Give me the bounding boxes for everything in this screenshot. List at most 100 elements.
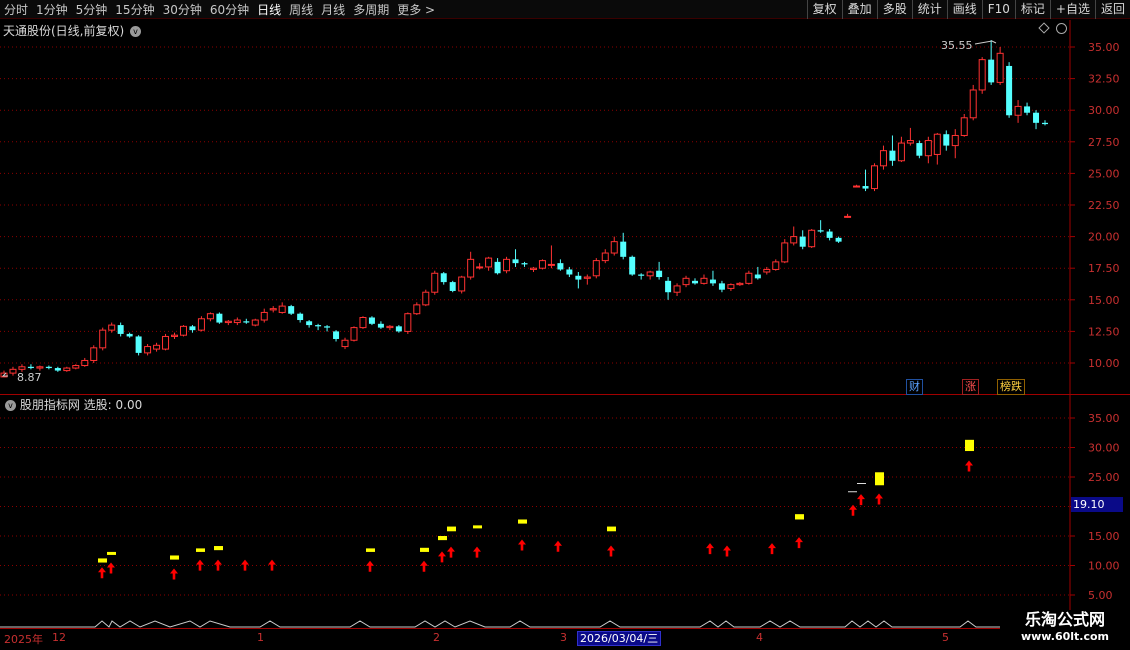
candle-body	[521, 263, 528, 265]
candle-body	[826, 231, 833, 238]
candle-body	[233, 319, 241, 324]
limit-up-badge[interactable]: 涨	[962, 379, 979, 395]
buy-arrow-icon	[107, 562, 115, 574]
chevron-down-icon[interactable]: v	[130, 26, 142, 37]
candle-body	[583, 276, 591, 279]
chevron-down-icon[interactable]: v	[5, 400, 16, 411]
candle-body	[870, 165, 878, 190]
candle	[709, 270, 716, 286]
buy-arrow-icon	[366, 560, 374, 572]
candle	[189, 325, 196, 333]
candle	[1033, 110, 1040, 130]
candle	[368, 316, 375, 326]
crosshair-date-box: 2026/03/04/三	[577, 631, 662, 646]
period-tab-5min[interactable]: 5分钟	[72, 1, 112, 18]
candle	[458, 275, 466, 294]
signal-bar	[438, 536, 447, 541]
candle	[162, 333, 170, 351]
draw-line-button[interactable]: 画线	[946, 0, 982, 19]
signal-bar	[107, 551, 116, 555]
candle-body	[700, 277, 708, 284]
main-y-tick-label: 35.00	[1088, 41, 1120, 54]
finance-badge[interactable]: 财	[906, 379, 923, 395]
candle	[718, 280, 725, 293]
candle	[906, 127, 914, 146]
main-panel-title[interactable]: 天通股份(日线,前复权) v	[3, 22, 142, 39]
candle	[835, 236, 842, 243]
high-price-label: 35.55	[941, 39, 973, 52]
candle	[512, 249, 519, 267]
candle	[386, 325, 394, 331]
signal-bar	[965, 439, 974, 452]
signal-bar	[214, 546, 223, 551]
candle	[790, 226, 798, 246]
candle-body	[503, 258, 511, 272]
period-tab-daily[interactable]: 日线	[253, 1, 285, 18]
multi-stock-button[interactable]: 多股	[876, 0, 912, 19]
main-y-tick-label: 12.50	[1088, 325, 1120, 338]
candle	[610, 236, 618, 256]
candle	[656, 261, 663, 280]
indicator-panel-title[interactable]: v 股朋指标网 选股: 0.00	[3, 396, 142, 413]
candle-body	[924, 140, 932, 157]
candle-body	[1024, 106, 1031, 113]
buy-arrow-icon	[518, 539, 526, 551]
candle-body	[529, 267, 537, 270]
candle-body	[673, 285, 681, 293]
candle-body	[422, 291, 430, 306]
candle	[978, 57, 986, 94]
candle-body	[835, 237, 842, 242]
candle-body	[844, 215, 852, 218]
main-y-tick-label: 32.50	[1088, 73, 1120, 86]
candle	[359, 316, 367, 329]
kline-chart[interactable]: 35.0032.5030.0027.5025.0022.5020.0017.50…	[0, 20, 1130, 650]
mark-button[interactable]: 标记	[1014, 0, 1050, 19]
overlay-button[interactable]: 叠加	[841, 0, 877, 19]
candle	[897, 136, 905, 163]
candle-body	[960, 117, 968, 136]
signal-bar	[473, 525, 482, 529]
candle-body	[879, 150, 887, 167]
candle	[916, 140, 923, 159]
buy-arrow-icon	[170, 568, 178, 580]
candle-body	[763, 268, 771, 273]
candle	[817, 220, 824, 233]
buy-arrow-icon	[554, 540, 562, 552]
period-tab-weekly[interactable]: 周线	[285, 1, 317, 18]
statistics-button[interactable]: 统计	[911, 0, 947, 19]
candle-body	[368, 317, 375, 324]
period-tab-monthly[interactable]: 月线	[317, 1, 349, 18]
candle	[90, 345, 98, 363]
watermark-logo: 乐淘公式网 www.60lt.com	[1000, 610, 1130, 650]
candle	[288, 304, 295, 315]
period-tab-30min[interactable]: 30分钟	[159, 1, 206, 18]
signal-bar	[420, 547, 429, 552]
add-watchlist-button[interactable]: +自选	[1049, 0, 1095, 19]
candle	[826, 229, 833, 241]
period-tab-60min[interactable]: 60分钟	[206, 1, 253, 18]
candle-body	[682, 277, 690, 286]
candle-body	[324, 326, 331, 328]
candle-body	[592, 260, 600, 277]
f10-button[interactable]: F10	[981, 0, 1015, 19]
candle-body	[404, 313, 412, 332]
period-tab-15min[interactable]: 15分钟	[111, 1, 158, 18]
candle	[808, 229, 816, 248]
restore-rights-button[interactable]: 复权	[806, 0, 842, 19]
candle	[799, 230, 806, 250]
period-tab-1min[interactable]: 1分钟	[32, 1, 72, 18]
period-tab-more[interactable]: 更多 >	[393, 1, 439, 18]
candle	[404, 312, 412, 334]
candle-body	[862, 186, 869, 189]
candle	[72, 364, 80, 370]
period-tab-multi[interactable]: 多周期	[349, 1, 393, 18]
candle	[27, 364, 34, 370]
signal-bar	[196, 548, 205, 552]
back-button[interactable]: 返回	[1094, 0, 1130, 19]
buy-arrow-icon	[768, 543, 776, 555]
ranking-badge[interactable]: 榜跌	[997, 379, 1025, 395]
candle-body	[467, 258, 475, 278]
period-tab-fenshi[interactable]: 分时	[0, 1, 32, 18]
circle-option-icon[interactable]	[1056, 23, 1067, 34]
candle	[727, 283, 735, 291]
